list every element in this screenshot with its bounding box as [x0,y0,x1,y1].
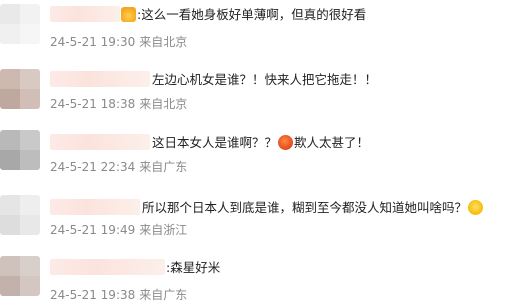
laughing-crying-icon [468,200,484,215]
comment-text: :森星好米 [166,260,221,275]
username-redacted[interactable] [50,259,165,275]
crown-emoji-icon [121,7,136,22]
angry-face-icon [278,135,294,150]
comment-text: :这么一看她身板好单薄啊，但真的很好看 [120,7,366,23]
comment-meta: 24-5-21 22:34 来自广东 [50,160,187,175]
comment-feed: :这么一看她身板好单薄啊，但真的很好看 24-5-21 19:30 来自北京 左边… [0,0,507,306]
comment-location: 来自北京 [139,35,188,49]
comment-item: :这么一看她身板好单薄啊，但真的很好看 24-5-21 19:30 来自北京 [0,0,507,60]
comment-date: 24-5-21 [50,288,97,302]
comment-location: 来自广东 [139,288,188,302]
comment-time: 18:38 [100,97,136,111]
comment-meta: 24-5-21 19:49 来自浙江 [50,223,187,238]
username-redacted[interactable] [50,71,150,87]
comment-text: 所以那个日本人到底是谁，糊到至今都没人知道她叫啥吗？ [142,200,484,216]
comment-item: 所以那个日本人到底是谁，糊到至今都没人知道她叫啥吗？ 24-5-21 19:49… [0,185,507,250]
comment-time: 19:49 [100,223,136,237]
comment-location: 来自北京 [139,97,188,111]
comment-item: :森星好米 24-5-21 19:38 来自广东 [0,250,507,306]
username-redacted[interactable] [50,199,140,215]
comment-date: 24-5-21 [50,160,97,174]
avatar[interactable] [0,256,40,296]
username-redacted[interactable] [50,6,120,22]
comment-date: 24-5-21 [50,35,97,49]
comment-date: 24-5-21 [50,97,97,111]
comment-time: 19:30 [100,35,136,49]
comment-location: 来自浙江 [139,223,188,237]
comment-meta: 24-5-21 18:38 来自北京 [50,97,187,112]
comment-meta: 24-5-21 19:38 来自广东 [50,288,187,303]
comment-date: 24-5-21 [50,223,97,237]
comment-meta: 24-5-21 19:30 来自北京 [50,35,187,50]
comment-text: 这日本女人是谁啊？？ 欺人太甚了！ [152,135,370,150]
username-redacted[interactable] [50,134,150,150]
comment-item: 左边心机女是谁？！快来人把它拖走！！ 24-5-21 18:38 来自北京 [0,60,507,120]
comment-item: 这日本女人是谁啊？？ 欺人太甚了！ 24-5-21 22:34 来自广东 [0,120,507,185]
comment-time: 19:38 [100,288,136,302]
comment-location: 来自广东 [139,160,188,174]
avatar[interactable] [0,195,40,235]
avatar[interactable] [0,4,40,44]
comment-time: 22:34 [100,160,136,174]
avatar[interactable] [0,69,40,109]
avatar[interactable] [0,130,40,170]
comment-text: 左边心机女是谁？！快来人把它拖走！！ [152,72,378,87]
